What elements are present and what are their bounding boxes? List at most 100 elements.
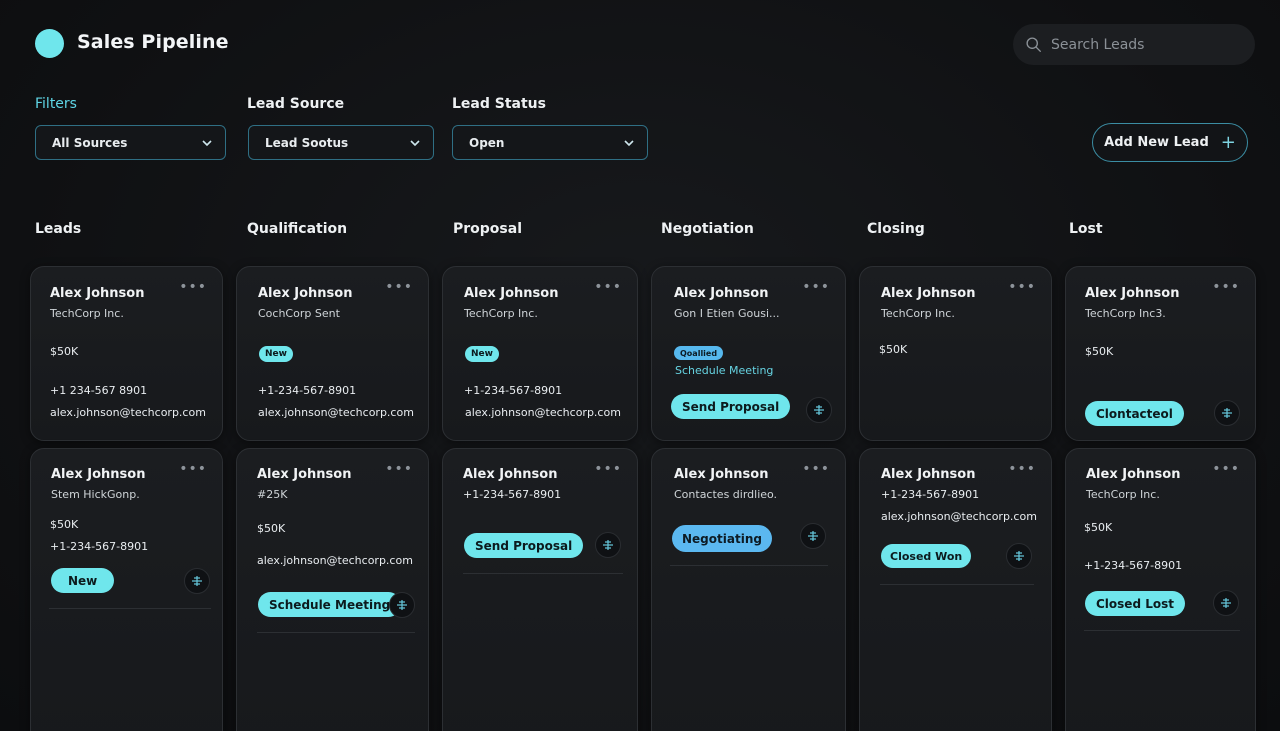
lead-company: Stem HickGonp. bbox=[51, 488, 140, 501]
lead-source-value: Lead Sootus bbox=[265, 135, 349, 150]
lead-card[interactable]: ••• Alex Johnson TechCorp Inc. $50K +1-2… bbox=[1065, 448, 1256, 731]
lead-status-label: Lead Status bbox=[452, 96, 546, 112]
lead-email: alex.johnson@techcorp.com bbox=[50, 406, 206, 419]
lead-amount: $50K bbox=[50, 518, 79, 531]
lead-name: Alex Johnson bbox=[50, 286, 145, 301]
more-icon[interactable]: ••• bbox=[594, 280, 622, 294]
lead-phone: +1-234-567-8901 bbox=[464, 384, 563, 397]
chevron-down-icon bbox=[624, 139, 634, 146]
lead-email: alex.johnson@techcorp.com bbox=[257, 554, 413, 567]
plus-icon: + bbox=[1220, 131, 1236, 153]
divider bbox=[1084, 630, 1240, 631]
more-icon[interactable]: ••• bbox=[1008, 462, 1036, 476]
more-icon[interactable]: ••• bbox=[385, 462, 413, 476]
lead-name: Alex Johnson bbox=[881, 467, 976, 482]
filters-label: Filters bbox=[35, 96, 77, 112]
lead-card[interactable]: ••• Alex Johnson Stem HickGonp. $50K +1-… bbox=[30, 448, 223, 731]
transfer-button[interactable] bbox=[184, 568, 210, 594]
lead-phone: +1-234-567-8901 bbox=[50, 540, 149, 553]
schedule-meeting-link[interactable]: Schedule Meeting bbox=[675, 364, 773, 377]
lead-card[interactable]: ••• Alex Johnson #25K $50K alex.johnson@… bbox=[236, 448, 429, 731]
status-badge: Closed Lost bbox=[1085, 591, 1185, 616]
lead-card[interactable]: ••• Alex Johnson TechCorp Inc3. $50K Clo… bbox=[1065, 266, 1256, 441]
lead-name: Alex Johnson bbox=[1085, 286, 1180, 301]
lead-name: Alex Johnson bbox=[464, 286, 559, 301]
lead-card[interactable]: ••• Alex Johnson +1-234-567-8901 Send Pr… bbox=[442, 448, 638, 731]
lead-phone: +1-234-567-8901 bbox=[1084, 559, 1183, 572]
lead-company: Contactes dirdlieo. bbox=[674, 488, 778, 501]
send-proposal-button[interactable]: Send Proposal bbox=[671, 394, 791, 419]
lead-status-select[interactable]: Open bbox=[452, 125, 648, 160]
column-title-proposal: Proposal bbox=[453, 221, 523, 237]
all-sources-select[interactable]: All Sources bbox=[35, 125, 226, 160]
lead-phone: +1-234-567-8901 bbox=[258, 384, 357, 397]
more-icon[interactable]: ••• bbox=[385, 280, 413, 294]
column-title-leads: Leads bbox=[35, 221, 82, 237]
lead-amount: $50K bbox=[50, 345, 79, 358]
lead-card[interactable]: ••• Alex Johnson +1-234-567-8901 alex.jo… bbox=[859, 448, 1052, 731]
search-icon bbox=[1026, 37, 1041, 52]
column-title-negotiation: Negotiation bbox=[661, 221, 754, 237]
status-badge: Negotiating bbox=[672, 525, 772, 552]
lead-company: TechCorp Inc. bbox=[50, 307, 124, 320]
lead-card[interactable]: ••• Alex Johnson TechCorp Inc. $50K bbox=[859, 266, 1052, 441]
add-new-lead-label: Add New Lead bbox=[1104, 135, 1209, 150]
transfer-icon bbox=[397, 600, 407, 610]
lead-source-label: Lead Source bbox=[247, 96, 345, 112]
status-badge: Clontacteol bbox=[1085, 401, 1184, 426]
chevron-down-icon bbox=[202, 139, 212, 146]
lead-card[interactable]: ••• Alex Johnson TechCorp Inc. New +1-23… bbox=[442, 266, 638, 441]
more-icon[interactable]: ••• bbox=[1212, 462, 1240, 476]
lead-card[interactable]: ••• Alex Johnson Gon I Etien Gousi... Qo… bbox=[651, 266, 846, 441]
transfer-button[interactable] bbox=[1006, 543, 1032, 569]
divider bbox=[880, 584, 1034, 585]
transfer-icon bbox=[192, 576, 202, 586]
lead-company: TechCorp Inc. bbox=[464, 307, 538, 320]
transfer-button[interactable] bbox=[595, 532, 621, 558]
transfer-button[interactable] bbox=[806, 397, 832, 423]
logo-icon bbox=[35, 29, 64, 58]
more-icon[interactable]: ••• bbox=[594, 462, 622, 476]
more-icon[interactable]: ••• bbox=[802, 280, 830, 294]
transfer-button[interactable] bbox=[1213, 590, 1239, 616]
transfer-icon bbox=[1221, 598, 1231, 608]
transfer-button[interactable] bbox=[800, 523, 826, 549]
lead-source-select[interactable]: Lead Sootus bbox=[248, 125, 434, 160]
transfer-icon bbox=[814, 405, 824, 415]
lead-name: Alex Johnson bbox=[257, 467, 352, 482]
lead-amount: $50K bbox=[1085, 345, 1114, 358]
add-new-lead-button[interactable]: Add New Lead + bbox=[1092, 123, 1248, 162]
lead-phone: +1-234-567-8901 bbox=[463, 488, 562, 501]
lead-card[interactable]: ••• Alex Johnson TechCorp Inc. $50K +1 2… bbox=[30, 266, 223, 441]
lead-status-value: Open bbox=[469, 135, 505, 150]
more-icon[interactable]: ••• bbox=[1212, 280, 1240, 294]
lead-email: alex.johnson@techcorp.com bbox=[465, 406, 621, 419]
more-icon[interactable]: ••• bbox=[802, 462, 830, 476]
lead-name: Alex Johnson bbox=[258, 286, 353, 301]
page-title: Sales Pipeline bbox=[77, 31, 229, 53]
divider bbox=[463, 573, 623, 574]
lead-card[interactable]: ••• Alex Johnson CochCorp Sent New +1-23… bbox=[236, 266, 429, 441]
column-title-qualification: Qualification bbox=[247, 221, 348, 237]
lead-phone: +1 234-567 8901 bbox=[50, 384, 148, 397]
more-icon[interactable]: ••• bbox=[1008, 280, 1036, 294]
lead-company: TechCorp Inc3. bbox=[1085, 307, 1166, 320]
lead-name: Alex Johnson bbox=[463, 467, 558, 482]
transfer-button[interactable] bbox=[1214, 400, 1240, 426]
transfer-icon bbox=[603, 540, 613, 550]
search-bar[interactable] bbox=[1013, 24, 1255, 65]
transfer-icon bbox=[1222, 408, 1232, 418]
lead-company: Gon I Etien Gousi... bbox=[674, 307, 780, 320]
send-proposal-button[interactable]: Send Proposal bbox=[464, 533, 584, 558]
status-badge: New bbox=[259, 346, 293, 362]
more-icon[interactable]: ••• bbox=[179, 462, 207, 476]
lead-amount: $50K bbox=[879, 343, 908, 356]
schedule-meeting-button[interactable]: Schedule Meeting bbox=[258, 592, 402, 617]
more-icon[interactable]: ••• bbox=[179, 280, 207, 294]
lead-card[interactable]: ••• Alex Johnson Contactes dirdlieo. Neg… bbox=[651, 448, 846, 731]
status-badge: Qoallied bbox=[674, 346, 724, 360]
transfer-button[interactable] bbox=[389, 592, 415, 618]
search-input[interactable] bbox=[1051, 36, 1241, 53]
divider bbox=[257, 632, 415, 633]
transfer-icon bbox=[808, 531, 818, 541]
